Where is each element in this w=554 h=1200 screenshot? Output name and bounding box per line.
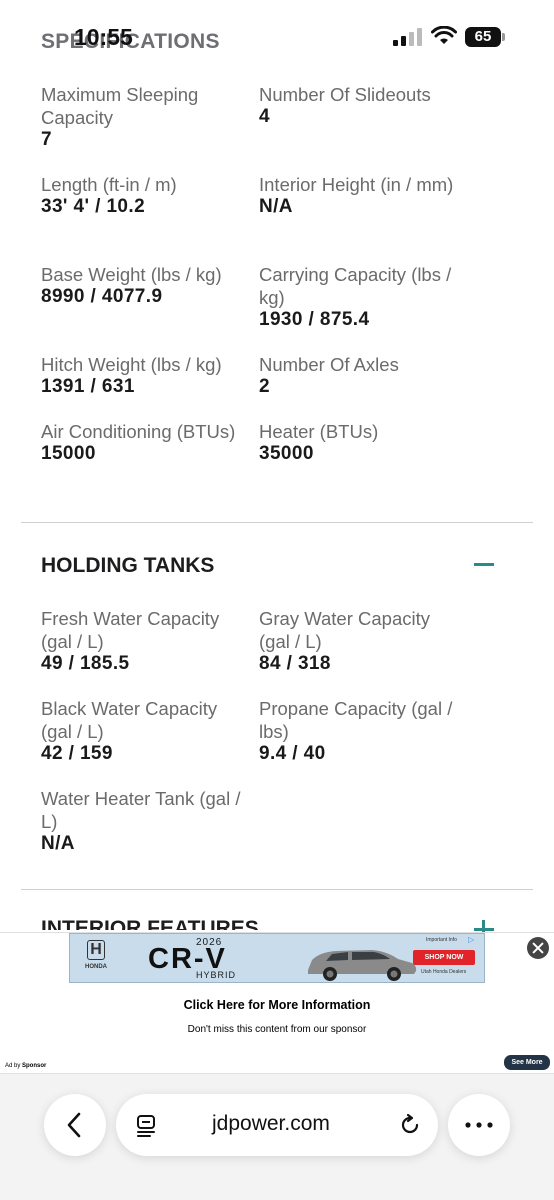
spec-label: Length (ft-in / m) [41,174,177,195]
spec-label: Number Of Axles [259,354,399,375]
ad-choices-icon[interactable]: ▷ [468,935,474,944]
spec-item: Interior Height (in / mm) N/A [259,173,459,217]
section-divider [21,522,533,523]
spec-value: 42 / 159 [41,743,113,764]
ad-by-label: Ad by Sponsor [5,1063,46,1069]
spec-label: Black Water Capacity (gal / L) [41,698,218,742]
spec-item: Fresh Water Capacity (gal / L) 49 / 185.… [41,607,241,674]
see-more-button[interactable]: See More [504,1055,550,1070]
ad-by-name: Sponsor [22,1063,47,1069]
spec-label: Gray Water Capacity (gal / L) [259,608,430,652]
spec-label: Hitch Weight (lbs / kg) [41,354,222,375]
signal-icon [393,28,423,46]
spec-item: Gray Water Capacity (gal / L) 84 / 318 [259,607,459,674]
honda-logo: H HONDA [76,940,116,976]
reload-icon[interactable] [398,1113,422,1137]
spec-label: Heater (BTUs) [259,421,379,442]
shop-now-button[interactable]: SHOP NOW [413,950,475,965]
spec-item: Heater (BTUs) 35000 [259,420,459,464]
spec-item: Base Weight (lbs / kg) 8990 / 4077.9 [41,263,251,307]
status-time: 10:55 [74,24,133,50]
spec-label: Base Weight (lbs / kg) [41,264,222,285]
spec-item: Carrying Capacity (lbs / kg) 1930 / 875.… [259,263,459,330]
spec-label: Carrying Capacity (lbs / kg) [259,264,452,308]
spec-label: Maximum Sleeping Capacity [41,84,199,128]
spec-item: Black Water Capacity (gal / L) 42 / 159 [41,697,241,764]
section-title-holding-tanks[interactable]: HOLDING TANKS [41,554,214,578]
brand-name: HONDA [85,964,107,970]
spec-value: 1391 / 631 [41,376,135,397]
spec-value: 84 / 318 [259,653,331,674]
spec-value: 33' 4' / 10.2 [41,196,146,217]
status-bar: SPECIFICATIONS 10:55 65 [0,0,554,70]
spec-item: Propane Capacity (gal / lbs) 9.4 / 40 [259,697,459,764]
spec-label: Propane Capacity (gal / lbs) [259,698,453,742]
close-icon[interactable] [527,937,549,959]
battery-level: 65 [465,27,501,47]
spec-item: Number Of Axles 2 [259,353,459,397]
browser-toolbar: jdpower.com [0,1074,554,1200]
spec-value: 1930 / 875.4 [259,309,370,330]
spec-label: Number Of Slideouts [259,84,431,105]
section-title-interior-features[interactable]: INTERIOR FEATURES [41,916,259,930]
back-button[interactable] [44,1094,106,1156]
spec-value: 35000 [259,443,314,464]
ad-subtext: Don't miss this content from our sponsor [187,1024,367,1035]
important-info-link[interactable]: Important Info [426,937,457,943]
spec-label: Interior Height (in / mm) [259,174,454,195]
spec-label: Fresh Water Capacity (gal / L) [41,608,220,652]
spec-item: Maximum Sleeping Capacity 7 [41,83,241,150]
spec-item: Air Conditioning (BTUs) 15000 [41,420,241,464]
spec-value: N/A [259,196,293,217]
spec-item: Hitch Weight (lbs / kg) 1391 / 631 [41,353,251,397]
more-icon [465,1122,493,1128]
spec-item: Number Of Slideouts 4 [259,83,459,127]
spec-value: 2 [259,376,270,397]
spec-item: Length (ft-in / m) 33' 4' / 10.2 [41,173,241,217]
ad-trim: HYBRID [196,970,237,980]
spec-value: 4 [259,106,270,127]
spec-value: 8990 / 4077.9 [41,286,163,307]
ad-banner[interactable]: H HONDA 2026 CR-V HYBRID Important Info … [69,933,485,983]
spec-value: 7 [41,129,52,150]
spec-label: Air Conditioning (BTUs) [41,421,236,442]
url-text[interactable]: jdpower.com [212,1112,330,1136]
battery-icon: 65 [465,27,505,47]
spec-label: Water Heater Tank (gal / L) [41,788,241,832]
spec-item: Water Heater Tank (gal / L) N/A [41,787,241,854]
address-bar[interactable]: jdpower.com [116,1094,438,1156]
more-button[interactable] [448,1094,510,1156]
wifi-icon [431,26,457,44]
collapse-icon[interactable] [474,563,494,566]
spec-value: 15000 [41,443,96,464]
car-image [308,950,417,981]
sponsor-ad[interactable]: H HONDA 2026 CR-V HYBRID Important Info … [0,932,554,1074]
back-chevron-icon [67,1112,81,1138]
ad-dealers: Utah Honda Dealers [421,969,467,975]
ad-by-prefix: Ad by [5,1063,21,1069]
spec-value: N/A [41,833,75,854]
section-divider [21,889,533,890]
spec-value: 49 / 185.5 [41,653,130,674]
spec-value: 9.4 / 40 [259,743,326,764]
ad-headline[interactable]: Click Here for More Information [0,998,554,1012]
reader-icon [137,1115,155,1137]
